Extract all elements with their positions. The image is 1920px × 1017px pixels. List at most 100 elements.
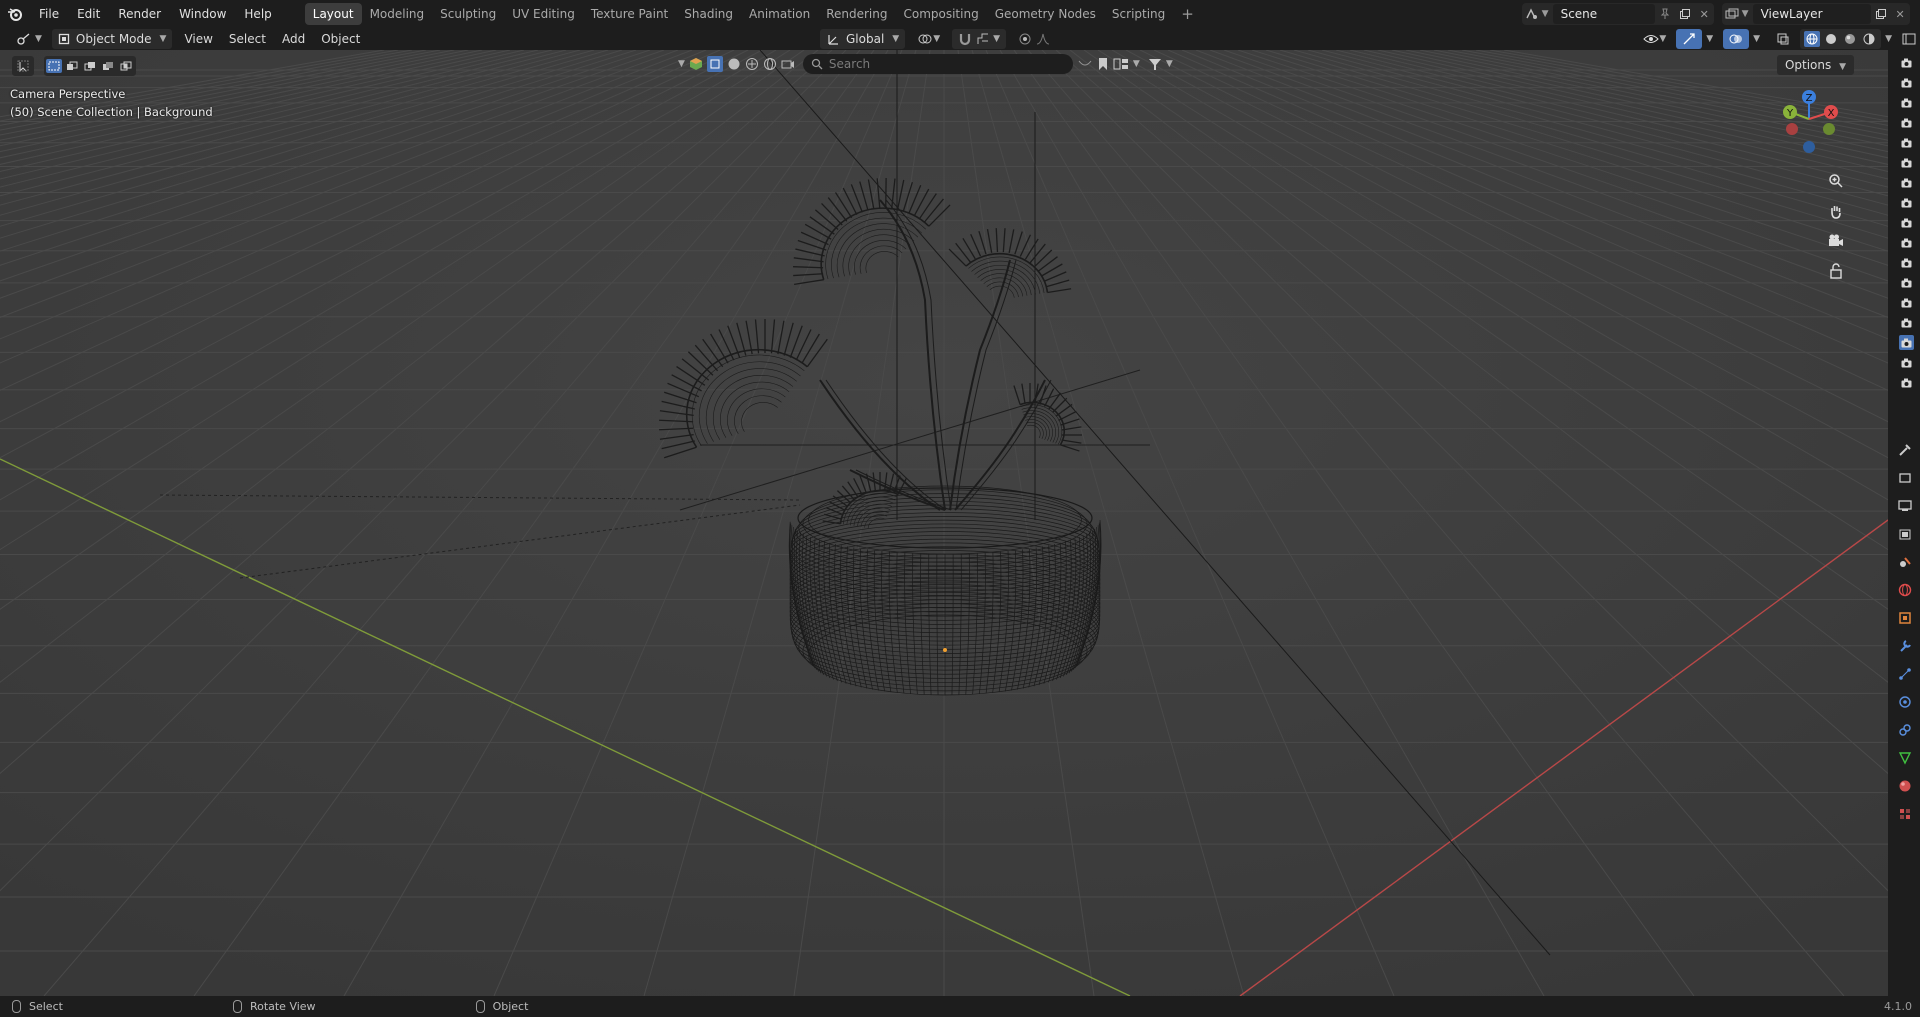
- object-types-icon[interactable]: [689, 57, 703, 71]
- rendered-shading-icon[interactable]: [1861, 31, 1877, 47]
- camera-visibility-icon[interactable]: [1899, 315, 1914, 330]
- snap-toggle[interactable]: ▼: [952, 29, 1007, 49]
- select-subtract-icon[interactable]: [82, 59, 98, 73]
- scene-name-field[interactable]: Scene: [1552, 4, 1656, 24]
- pan-hand-icon[interactable]: [1822, 200, 1850, 222]
- camera-visibility-icon[interactable]: [1899, 75, 1914, 90]
- menu-window[interactable]: Window: [170, 0, 235, 28]
- orientation-dropdown[interactable]: Global ▼: [820, 29, 906, 49]
- tab-compositing[interactable]: Compositing: [895, 3, 986, 25]
- particles-properties-icon[interactable]: [1894, 664, 1916, 684]
- tab-scripting[interactable]: Scripting: [1104, 3, 1173, 25]
- view-layer-browse-icon[interactable]: [1722, 4, 1742, 24]
- scene-browse-icon[interactable]: [1522, 4, 1542, 24]
- select-new-icon[interactable]: [46, 59, 62, 73]
- editor-type-button[interactable]: ▼: [10, 29, 48, 49]
- pin-icon[interactable]: [1655, 4, 1675, 24]
- filter-mode-icon[interactable]: [1077, 57, 1093, 71]
- menu-help[interactable]: Help: [235, 0, 280, 28]
- lock-icon[interactable]: [1822, 260, 1850, 282]
- menu-object[interactable]: Object: [313, 28, 368, 50]
- sphere-filter-icon[interactable]: [727, 57, 741, 71]
- chevron-down-icon[interactable]: ▼: [678, 59, 685, 69]
- select-intersect-icon[interactable]: [118, 59, 134, 73]
- world-properties-icon[interactable]: [1894, 580, 1916, 600]
- pivot-point-button[interactable]: ▼: [911, 29, 946, 49]
- overlays-toggle[interactable]: [1723, 29, 1750, 49]
- camera-visibility-icon[interactable]: [1899, 235, 1914, 250]
- texture-properties-icon[interactable]: [1894, 804, 1916, 824]
- tab-texture-paint[interactable]: Texture Paint: [583, 3, 676, 25]
- camera-visibility-icon[interactable]: [1899, 115, 1914, 130]
- delete-view-layer-icon[interactable]: ✕: [1890, 4, 1910, 24]
- tab-layout[interactable]: Layout: [304, 3, 362, 25]
- output-properties-icon[interactable]: [1894, 496, 1916, 516]
- scene-properties-icon[interactable]: [1894, 552, 1916, 572]
- menu-view[interactable]: View: [176, 28, 220, 50]
- navigation-gizmo[interactable]: Z Y X: [1776, 85, 1846, 165]
- search-input[interactable]: Search: [802, 54, 1073, 74]
- chevron-down-icon[interactable]: ▼: [1133, 59, 1140, 69]
- camera-visibility-icon[interactable]: [1899, 355, 1914, 370]
- 3d-viewport[interactable]: ▼ Search ▼ ▼ Options ▼ Camera Perspectiv…: [0, 50, 1888, 996]
- solid-shading-icon[interactable]: [1823, 31, 1839, 47]
- mode-dropdown[interactable]: Object Mode ▼: [51, 29, 173, 49]
- render-properties-icon[interactable]: [1894, 468, 1916, 488]
- visibility-button[interactable]: ▼: [1637, 29, 1672, 49]
- menu-select[interactable]: Select: [221, 28, 274, 50]
- chevron-down-icon[interactable]: ▼: [1706, 34, 1713, 44]
- sort-icon[interactable]: [1113, 57, 1129, 71]
- delete-scene-icon[interactable]: ✕: [1694, 4, 1714, 24]
- wireframe-shading-icon[interactable]: [1804, 31, 1821, 47]
- material-properties-icon[interactable]: [1894, 776, 1916, 796]
- bookmark-icon[interactable]: [1097, 57, 1109, 71]
- outliner-toggle-icon[interactable]: [1902, 32, 1916, 49]
- camera-visibility-icon[interactable]: [1899, 375, 1914, 390]
- material-shading-icon[interactable]: [1842, 31, 1858, 47]
- tab-sculpting[interactable]: Sculpting: [432, 3, 504, 25]
- camera-visibility-icon[interactable]: [1899, 155, 1914, 170]
- menu-render[interactable]: Render: [109, 0, 170, 28]
- tool-properties-icon[interactable]: [1894, 440, 1916, 460]
- chevron-down-icon[interactable]: ▼: [1166, 59, 1173, 69]
- world-filter-icon[interactable]: [763, 57, 777, 71]
- physics-properties-icon[interactable]: [1894, 692, 1916, 712]
- camera-visibility-icon[interactable]: [1899, 175, 1914, 190]
- chevron-down-icon[interactable]: ▼: [1885, 34, 1892, 44]
- camera-view-icon[interactable]: [1822, 230, 1850, 252]
- tab-modeling[interactable]: Modeling: [362, 3, 433, 25]
- blender-logo-icon[interactable]: [0, 0, 30, 28]
- options-dropdown[interactable]: Options ▼: [1776, 55, 1854, 75]
- tab-uv-editing[interactable]: UV Editing: [504, 3, 583, 25]
- camera-filter-icon[interactable]: [781, 57, 795, 71]
- data-properties-icon[interactable]: [1894, 748, 1916, 768]
- tab-animation[interactable]: Animation: [741, 3, 818, 25]
- tab-geometry-nodes[interactable]: Geometry Nodes: [987, 3, 1104, 25]
- camera-visibility-icon[interactable]: [1899, 295, 1914, 310]
- camera-visibility-icon[interactable]: [1899, 195, 1914, 210]
- camera-visibility-icon[interactable]: [1899, 335, 1914, 350]
- constraints-properties-icon[interactable]: [1894, 720, 1916, 740]
- object-properties-icon[interactable]: [1894, 608, 1916, 628]
- view-layer-field[interactable]: ViewLayer: [1752, 4, 1871, 24]
- gizmo-toggle[interactable]: [1676, 29, 1703, 49]
- xray-toggle[interactable]: [1770, 29, 1796, 49]
- funnel-icon[interactable]: [1148, 57, 1162, 71]
- proportional-edit-button[interactable]: [1012, 29, 1056, 49]
- new-view-layer-icon[interactable]: [1871, 4, 1891, 24]
- menu-add[interactable]: Add: [274, 28, 313, 50]
- light-filter-icon[interactable]: [745, 57, 759, 71]
- tab-rendering[interactable]: Rendering: [818, 3, 895, 25]
- modifier-properties-icon[interactable]: [1894, 636, 1916, 656]
- camera-visibility-icon[interactable]: [1899, 275, 1914, 290]
- select-invert-icon[interactable]: [100, 59, 116, 73]
- add-workspace-icon[interactable]: +: [1173, 5, 1202, 23]
- camera-visibility-icon[interactable]: [1899, 135, 1914, 150]
- chevron-down-icon[interactable]: ▼: [1753, 34, 1760, 44]
- view-layer-properties-icon[interactable]: [1894, 524, 1916, 544]
- camera-visibility-icon[interactable]: [1899, 255, 1914, 270]
- select-extend-icon[interactable]: [64, 59, 80, 73]
- camera-visibility-icon[interactable]: [1899, 95, 1914, 110]
- menu-file[interactable]: File: [30, 0, 68, 28]
- camera-visibility-icon[interactable]: [1899, 215, 1914, 230]
